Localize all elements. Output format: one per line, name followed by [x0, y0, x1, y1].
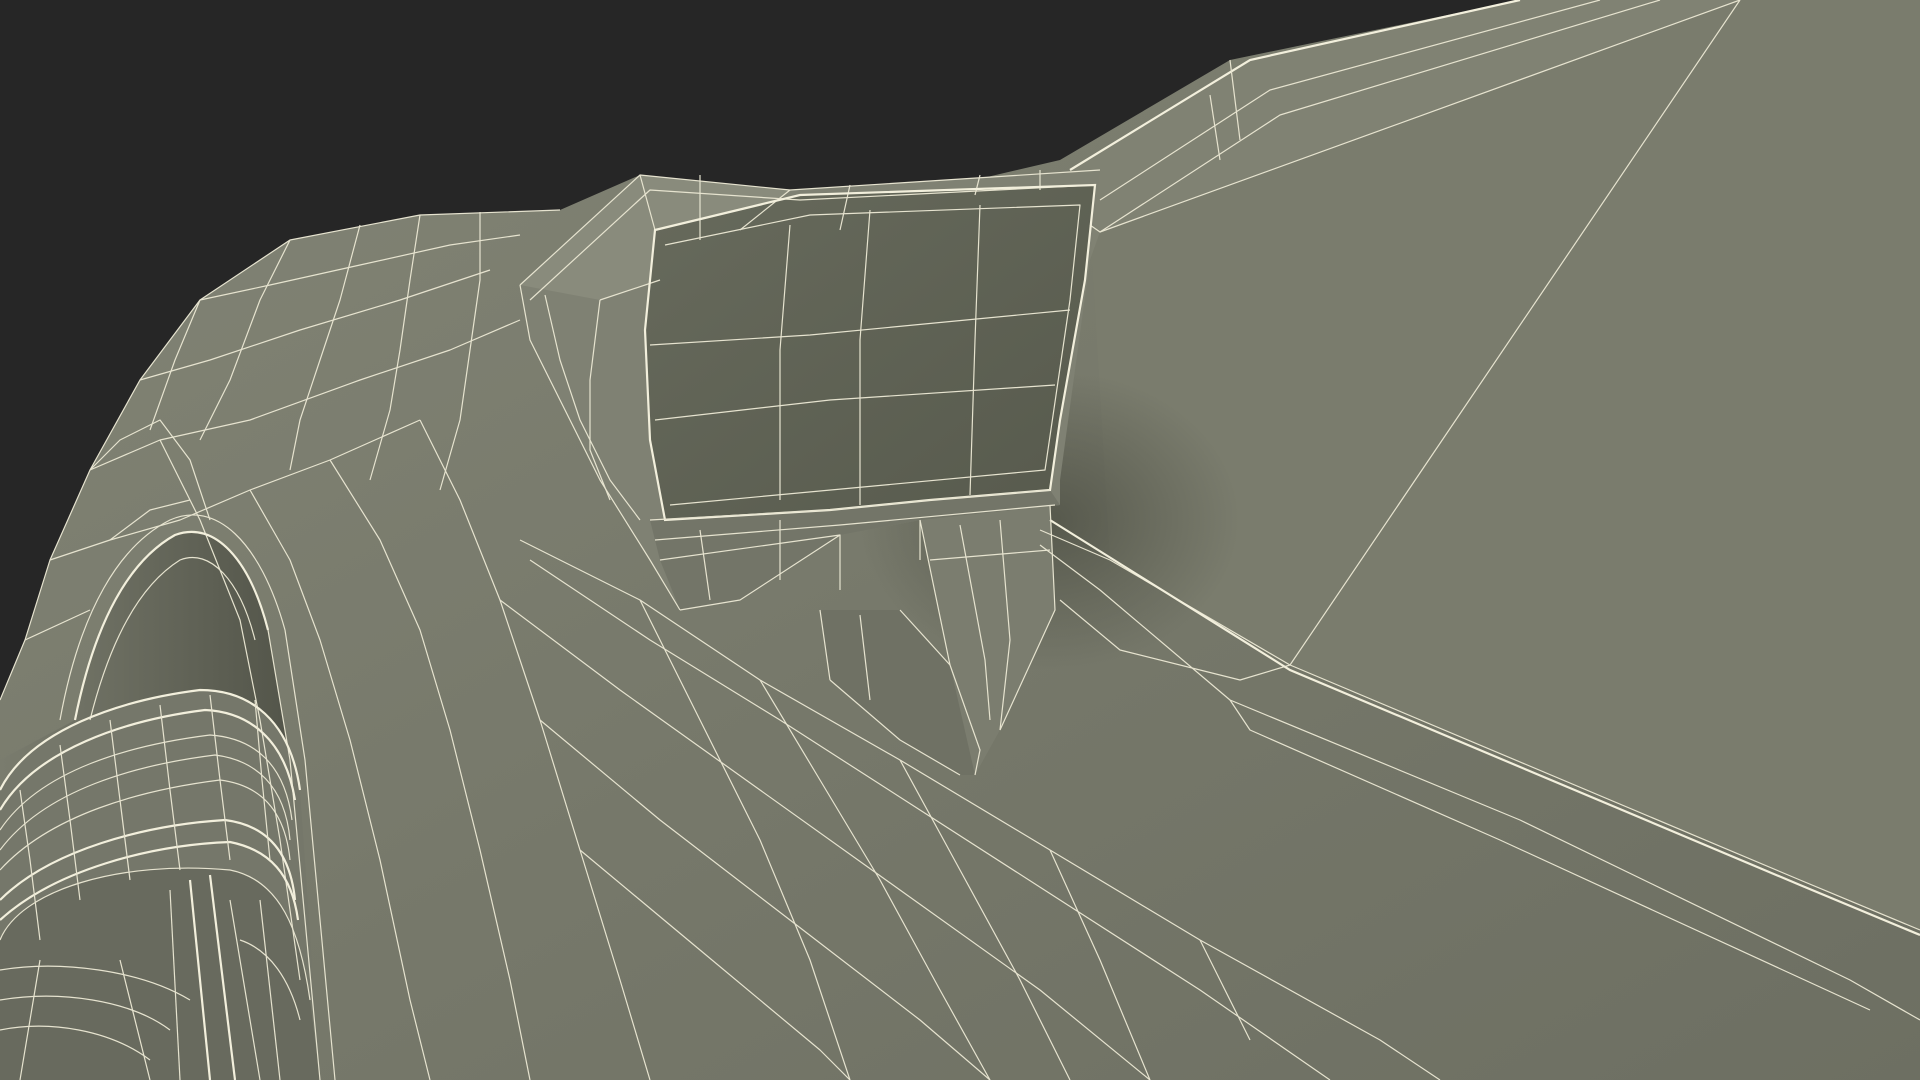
3d-viewport[interactable] [0, 0, 1920, 1080]
wheel-rim [0, 868, 320, 1080]
wireframe-render [0, 0, 1920, 1080]
